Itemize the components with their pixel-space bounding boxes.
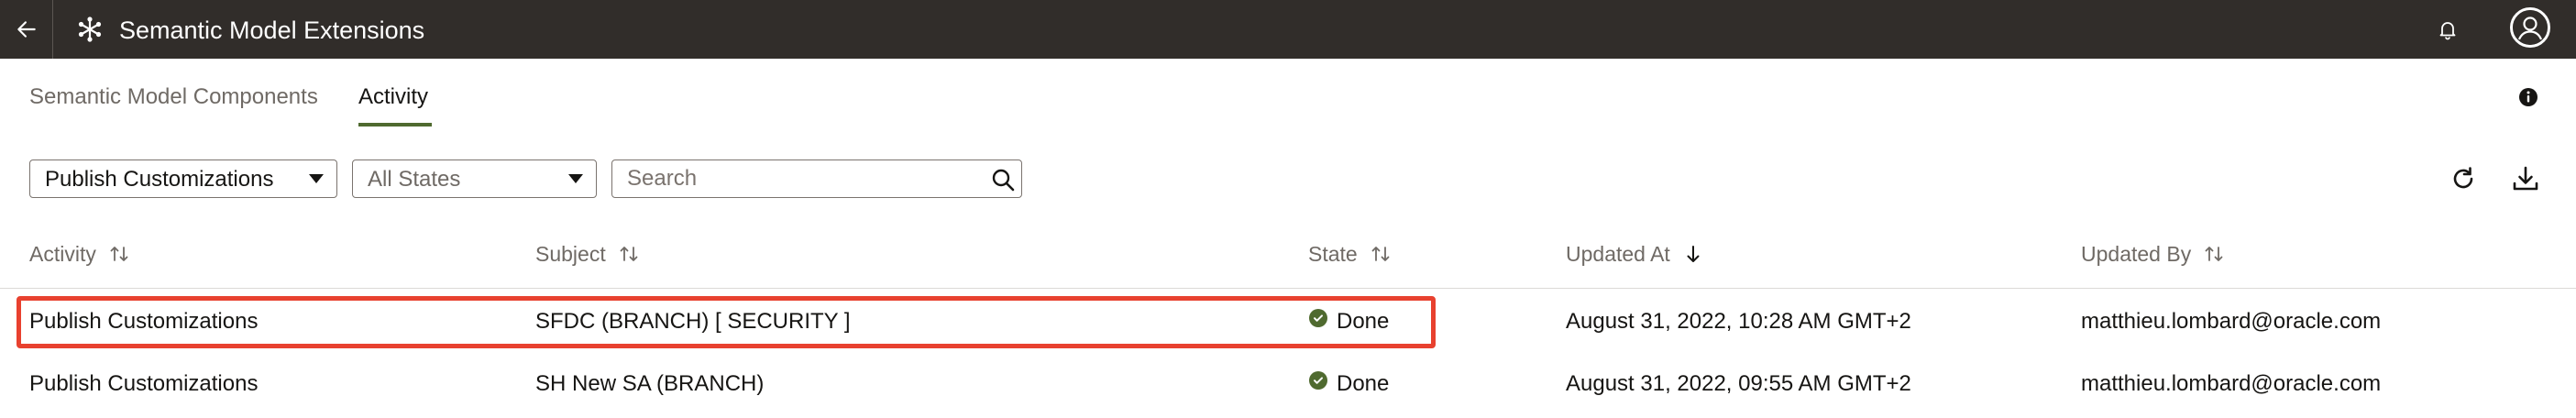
search-field bbox=[611, 160, 1022, 198]
notifications-button[interactable] bbox=[2433, 15, 2462, 44]
sort-icon bbox=[2205, 247, 2223, 261]
download-icon[interactable] bbox=[2512, 165, 2539, 192]
cell-activity: Publish Customizations bbox=[29, 371, 259, 396]
column-header-updated-at[interactable]: Updated At bbox=[1566, 241, 1703, 267]
user-avatar-icon bbox=[2513, 10, 2548, 45]
app-title: Semantic Model Extensions bbox=[119, 16, 425, 44]
back-button[interactable] bbox=[0, 0, 53, 59]
caret-down-icon bbox=[309, 174, 324, 183]
top-bar: Semantic Model Extensions bbox=[0, 0, 2576, 59]
cell-activity: Publish Customizations bbox=[29, 309, 259, 334]
cell-updated-at: August 31, 2022, 10:28 AM GMT+2 bbox=[1566, 309, 1911, 334]
column-header-label: State bbox=[1308, 242, 1358, 266]
column-header-label: Updated By bbox=[2081, 242, 2192, 266]
user-avatar-button[interactable] bbox=[2510, 7, 2550, 48]
caret-down-icon bbox=[568, 174, 583, 183]
table-header-divider bbox=[0, 288, 2576, 289]
tab-semantic-model-components[interactable]: Semantic Model Components bbox=[29, 82, 318, 112]
column-header-updated-by[interactable]: Updated By bbox=[2081, 241, 2224, 267]
column-header-label: Subject bbox=[535, 242, 606, 266]
snowflake-icon bbox=[78, 16, 102, 42]
cell-state: Done bbox=[1309, 308, 1389, 336]
sort-descending-icon bbox=[1687, 246, 1700, 262]
state-label: Done bbox=[1337, 371, 1390, 396]
state-label: Done bbox=[1337, 309, 1390, 334]
state-select-value: All States bbox=[368, 167, 461, 192]
search-input[interactable] bbox=[627, 166, 975, 192]
cell-updated-by: matthieu.lombard@oracle.com bbox=[2081, 309, 2382, 334]
arrow-left-icon bbox=[17, 21, 36, 38]
bell-icon bbox=[2439, 22, 2456, 40]
sort-icon bbox=[1371, 247, 1390, 261]
cell-state: Done bbox=[1309, 370, 1389, 398]
column-header-label: Updated At bbox=[1566, 242, 1670, 266]
cell-subject: SFDC (BRANCH) [ SECURITY ] bbox=[535, 309, 851, 334]
cell-updated-by: matthieu.lombard@oracle.com bbox=[2081, 371, 2382, 396]
column-header-state[interactable]: State bbox=[1308, 241, 1391, 267]
activity-type-select[interactable]: Publish Customizations bbox=[29, 160, 337, 198]
column-header-subject[interactable]: Subject bbox=[535, 241, 639, 267]
check-circle-icon bbox=[1309, 371, 1327, 390]
tab-activity[interactable]: Activity bbox=[358, 82, 428, 112]
cell-updated-at: August 31, 2022, 09:55 AM GMT+2 bbox=[1566, 371, 1911, 396]
column-header-activity[interactable]: Activity bbox=[29, 241, 129, 267]
state-select[interactable]: All States bbox=[352, 160, 597, 198]
refresh-icon[interactable] bbox=[2449, 165, 2477, 192]
active-tab-indicator bbox=[358, 123, 432, 126]
column-header-label: Activity bbox=[29, 242, 96, 266]
search-icon[interactable] bbox=[990, 167, 1016, 192]
sort-icon bbox=[110, 247, 128, 261]
activity-type-select-value: Publish Customizations bbox=[45, 167, 274, 192]
sort-icon bbox=[620, 247, 638, 261]
check-circle-icon bbox=[1309, 309, 1327, 327]
info-icon[interactable] bbox=[2517, 86, 2539, 108]
cell-subject: SH New SA (BRANCH) bbox=[535, 371, 765, 396]
